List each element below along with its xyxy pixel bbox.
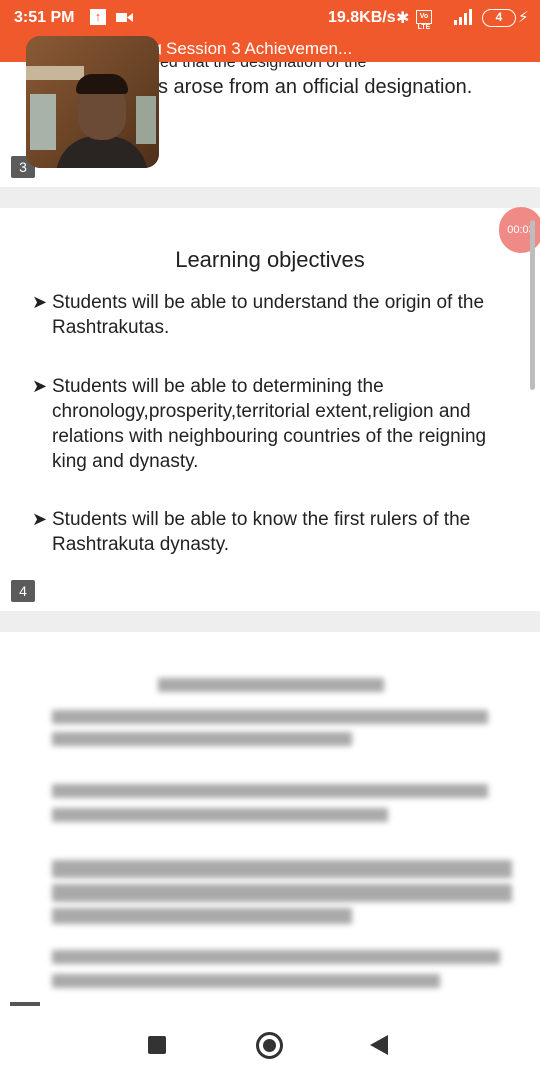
slide-text-line: ed that the designation of the <box>160 62 367 71</box>
upload-arrow-icon: ↑ <box>90 9 106 25</box>
back-button[interactable] <box>370 1035 388 1055</box>
signal-4g-icon <box>454 9 472 25</box>
slide-text-line: s arose from an official designation. <box>158 76 473 98</box>
page-gap <box>0 611 540 632</box>
page-number-badge: 4 <box>11 580 35 602</box>
objective-text: Students will be able to determining the… <box>52 376 487 472</box>
video-thumbnail[interactable] <box>26 36 159 168</box>
battery-icon: 4 <box>482 9 516 27</box>
navigation-bar <box>0 1002 540 1080</box>
objective-item: ➤ Students will be able to know the firs… <box>32 507 512 557</box>
page-number-badge <box>10 1002 40 1006</box>
bluetooth-icon: ✱ <box>396 10 410 27</box>
slide-5-blurred <box>0 632 540 1002</box>
status-time: 3:51 PM <box>14 9 75 26</box>
status-bar: 3:51 PM ↑ 19.8KB/s ✱ Vo LTE 4 ⚡ <box>0 0 540 36</box>
scrollbar-thumb[interactable] <box>530 220 535 390</box>
objective-text: Students will be able to know the first … <box>52 509 471 555</box>
session-title: Session 3 Achievemen... <box>166 39 353 58</box>
bullet-arrow-icon: ➤ <box>32 376 48 396</box>
bullet-arrow-icon: ➤ <box>32 509 48 529</box>
charging-icon: ⚡ <box>518 9 529 26</box>
objective-text: Students will be able to understand the … <box>52 292 485 338</box>
bullet-arrow-icon: ➤ <box>32 292 48 312</box>
slide-heading: Learning objectives <box>175 247 365 272</box>
objective-item: ➤ Students will be able to determining t… <box>32 374 512 474</box>
slide-4: Learning objectives ➤ Students will be a… <box>0 208 540 611</box>
objective-item: ➤ Students will be able to understand th… <box>32 290 512 340</box>
network-speed: 19.8KB/s <box>328 9 396 26</box>
screen-record-icon <box>116 13 133 22</box>
volte-icon: Vo LTE <box>416 10 432 31</box>
page-gap <box>0 187 540 208</box>
recents-button[interactable] <box>148 1036 166 1054</box>
home-button[interactable] <box>256 1032 283 1059</box>
